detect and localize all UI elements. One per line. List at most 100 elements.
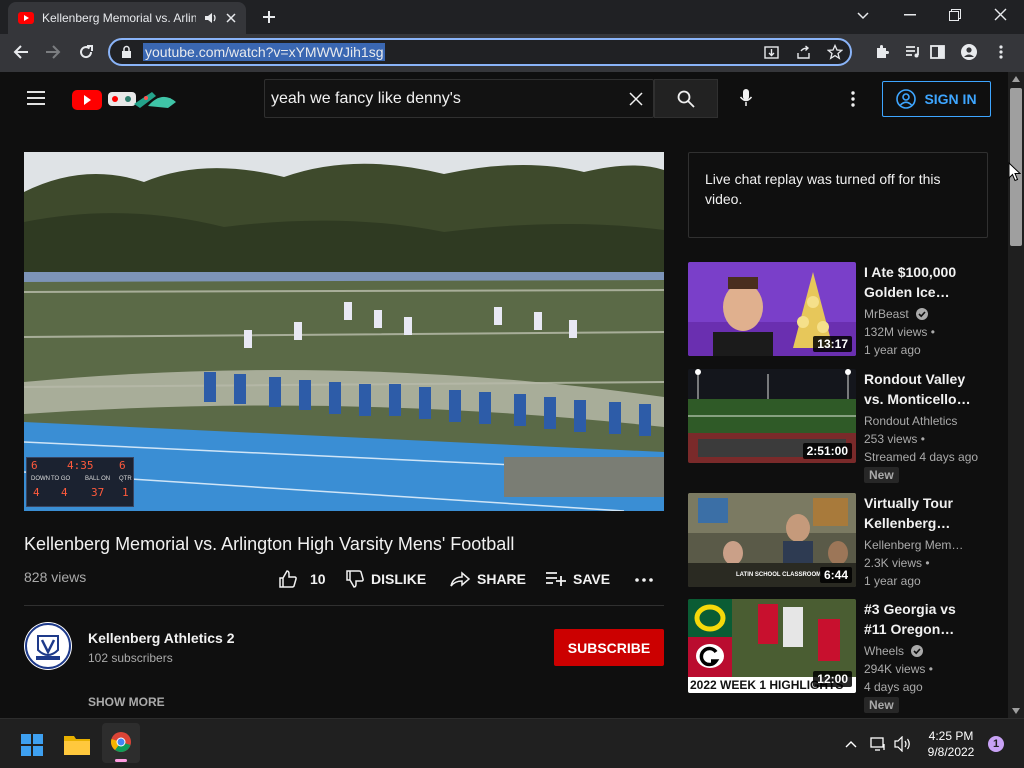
- side-panel-icon[interactable]: [930, 45, 945, 59]
- tab-close-icon[interactable]: [226, 13, 236, 23]
- active-app-indicator: [115, 759, 127, 762]
- search-input[interactable]: yeah we fancy like denny's: [271, 80, 461, 118]
- system-clock[interactable]: 4:25 PM 9/8/2022: [920, 728, 982, 760]
- show-more-button[interactable]: SHOW MORE: [88, 695, 165, 709]
- like-button[interactable]: 10: [278, 569, 326, 589]
- channel-name[interactable]: Kellenberg Athletics 2: [88, 630, 235, 646]
- windows-start-icon[interactable]: [21, 734, 43, 756]
- url-text[interactable]: youtube.com/watch?v=xYMWWJih1sg: [143, 43, 386, 61]
- views-label: 253 views: [864, 432, 918, 446]
- extensions-puzzle-icon[interactable]: [874, 44, 890, 60]
- recommendation-item[interactable]: 13:17 I Ate $100,000 Golden Ice… MrBeast…: [688, 262, 988, 362]
- save-label: SAVE: [573, 571, 611, 587]
- recommendation-title[interactable]: #3 Georgia vs #11 Oregon…: [864, 599, 974, 639]
- clock-date: 9/8/2022: [927, 745, 975, 759]
- lock-icon[interactable]: [121, 45, 132, 59]
- search-button[interactable]: [654, 79, 718, 118]
- network-icon[interactable]: [870, 736, 886, 752]
- windows-taskbar: 1: [0, 718, 1024, 768]
- install-app-icon[interactable]: [764, 45, 779, 60]
- media-queue-icon[interactable]: [905, 45, 921, 59]
- subscriber-count: 102 subscribers: [88, 651, 173, 665]
- scoreboard-label-togo: TO GO: [51, 476, 71, 482]
- scoreboard-label-down: DOWN: [31, 476, 50, 482]
- live-chat-panel: Live chat replay was turned off for this…: [688, 152, 988, 238]
- account-circle-icon: [896, 89, 917, 109]
- views-label: 294K views: [864, 662, 926, 676]
- file-explorer-icon[interactable]: [64, 733, 90, 755]
- scroll-down-arrow-icon[interactable]: [1012, 708, 1020, 714]
- recommendation-channel[interactable]: MrBeast: [864, 305, 929, 323]
- profile-icon[interactable]: [961, 44, 977, 60]
- video-thumbnail[interactable]: 2022 WEEK 1 HIGHLIGHTS 12:00: [688, 599, 856, 693]
- recommendation-item[interactable]: 2:51:00 Rondout Valley vs. Monticello… R…: [688, 369, 988, 487]
- address-bar[interactable]: youtube.com/watch?v=xYMWWJih1sg: [108, 38, 852, 66]
- video-duration: 6:44: [819, 567, 852, 583]
- scoreboard-label-qtr: QTR: [119, 476, 132, 482]
- notification-badge[interactable]: 1: [988, 736, 1004, 752]
- video-thumbnail[interactable]: LATIN SCHOOL CLASSROOM 6:44: [688, 493, 856, 587]
- recommendation-age: 4 days ago: [864, 680, 923, 694]
- video-title: Kellenberg Memorial vs. Arlington High V…: [24, 534, 515, 554]
- forward-arrow-icon[interactable]: [45, 44, 61, 60]
- chrome-icon: [111, 732, 131, 752]
- tab-strip: Kellenberg Memorial vs. Arlin: [0, 0, 1024, 34]
- channel-label: MrBeast: [864, 307, 909, 321]
- share-button[interactable]: SHARE: [449, 569, 526, 589]
- sign-in-button[interactable]: SIGN IN: [882, 81, 991, 117]
- back-arrow-icon[interactable]: [13, 44, 29, 60]
- microphone-icon[interactable]: [739, 88, 753, 108]
- channel-avatar[interactable]: [24, 622, 72, 670]
- youtube-doodle-logo[interactable]: [72, 88, 178, 112]
- restore-icon[interactable]: [949, 9, 961, 21]
- share-arrow-icon: [450, 571, 471, 587]
- divider: [24, 605, 664, 606]
- hamburger-menu-icon[interactable]: [27, 91, 45, 105]
- share-label: SHARE: [477, 571, 527, 587]
- video-player[interactable]: 6 4:35 6 DOWN TO GO BALL ON QTR 4 4 37 1: [24, 152, 664, 511]
- recommendation-age: Streamed 4 days ago: [864, 450, 979, 464]
- recommendation-channel[interactable]: Kellenberg Mem…: [864, 536, 963, 554]
- browser-tab[interactable]: Kellenberg Memorial vs. Arlin: [8, 2, 246, 34]
- bookmark-star-icon[interactable]: [827, 44, 843, 60]
- recommendation-item[interactable]: 2022 WEEK 1 HIGHLIGHTS 12:00 #3 Georgia …: [688, 599, 988, 715]
- video-duration: 13:17: [813, 336, 852, 352]
- clear-search-icon[interactable]: [629, 92, 643, 106]
- video-thumbnail[interactable]: 13:17: [688, 262, 856, 356]
- recommendation-views: 2.3K views •: [864, 556, 930, 570]
- window-close-icon[interactable]: [994, 8, 1007, 21]
- scroll-up-arrow-icon[interactable]: [1012, 76, 1020, 82]
- recommendation-views: 253 views •: [864, 432, 925, 446]
- recommendation-channel[interactable]: Wheels: [864, 642, 924, 660]
- scoreboard-home: 6: [31, 459, 38, 472]
- recommendation-title[interactable]: I Ate $100,000 Golden Ice…: [864, 262, 974, 302]
- share-page-icon[interactable]: [796, 45, 811, 60]
- new-badge: New: [864, 697, 899, 713]
- search-box[interactable]: yeah we fancy like denny's: [264, 79, 654, 118]
- more-actions-icon[interactable]: [635, 578, 653, 582]
- tab-search-chevron-icon[interactable]: [857, 10, 869, 20]
- chrome-menu-icon[interactable]: [999, 44, 1003, 60]
- recommendation-item[interactable]: LATIN SCHOOL CLASSROOM 6:44 Virtually To…: [688, 493, 988, 593]
- recommendation-title[interactable]: Rondout Valley vs. Monticello…: [864, 369, 974, 409]
- reload-icon[interactable]: [78, 44, 94, 60]
- speaker-icon[interactable]: [204, 12, 218, 24]
- dislike-label: DISLIKE: [371, 571, 427, 587]
- show-hidden-icons-chevron-icon[interactable]: [845, 740, 857, 748]
- school-crest-logo: [25, 623, 71, 669]
- mouse-cursor-icon: [1008, 162, 1021, 182]
- minimize-icon[interactable]: [904, 14, 916, 16]
- subscribe-button[interactable]: SUBSCRIBE: [554, 629, 664, 666]
- recommendation-title[interactable]: Virtually Tour Kellenberg…: [864, 493, 974, 533]
- video-duration: 2:51:00: [802, 443, 852, 459]
- settings-more-icon[interactable]: [851, 91, 855, 107]
- chrome-taskbar-button[interactable]: [102, 723, 140, 763]
- volume-icon[interactable]: [894, 736, 912, 752]
- search-icon: [677, 90, 695, 108]
- new-tab-icon[interactable]: [262, 10, 276, 24]
- save-button[interactable]: SAVE: [545, 569, 610, 589]
- recommendation-channel[interactable]: Rondout Athletics: [864, 412, 957, 430]
- video-thumbnail[interactable]: 2:51:00: [688, 369, 856, 463]
- dislike-button[interactable]: DISLIKE: [345, 569, 426, 589]
- youtube-favicon-icon: [18, 12, 34, 24]
